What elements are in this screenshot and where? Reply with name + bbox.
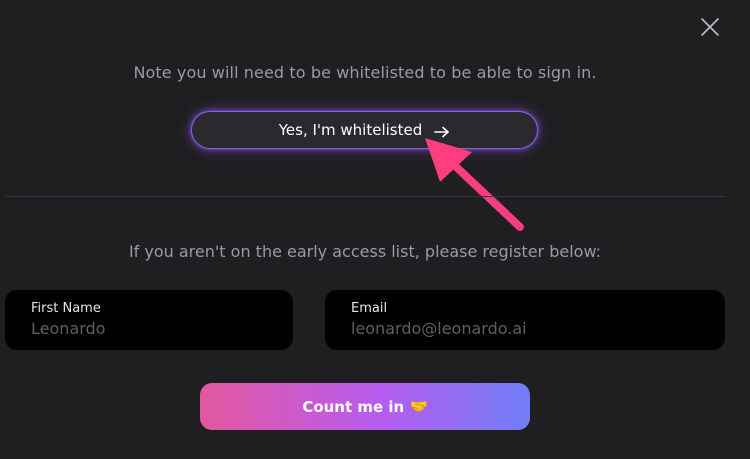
whitelisted-button[interactable]: Yes, I'm whitelisted bbox=[191, 111, 538, 149]
whitelist-note: Note you will need to be whitelisted to … bbox=[133, 63, 597, 82]
first-name-label: First Name bbox=[31, 301, 101, 316]
close-icon[interactable] bbox=[698, 15, 722, 39]
email-label: Email bbox=[351, 301, 388, 316]
handshake-icon: 🤝 bbox=[410, 398, 428, 415]
count-me-in-button[interactable]: Count me in 🤝 bbox=[200, 383, 530, 430]
divider bbox=[6, 196, 724, 197]
signin-dialog: Note you will need to be whitelisted to … bbox=[0, 0, 750, 459]
first-name-input[interactable] bbox=[31, 319, 267, 338]
count-me-in-label: Count me in bbox=[302, 397, 405, 416]
email-input[interactable] bbox=[351, 319, 699, 338]
register-prompt: If you aren't on the early access list, … bbox=[128, 242, 602, 261]
whitelisted-button-label: Yes, I'm whitelisted bbox=[278, 121, 423, 139]
first-name-field[interactable]: First Name bbox=[5, 290, 293, 350]
arrow-right-icon bbox=[434, 124, 450, 138]
email-field[interactable]: Email bbox=[325, 290, 725, 350]
